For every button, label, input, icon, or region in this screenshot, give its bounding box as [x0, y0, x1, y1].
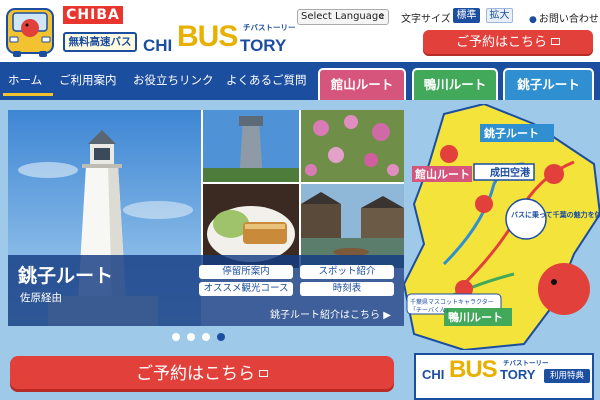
- banner-tory: TORY: [500, 367, 536, 382]
- banner-kana: チバストーリー: [503, 359, 549, 367]
- free-highway-bus-label: 無料高速バス: [63, 32, 137, 52]
- logo-kana: チバストーリー: [243, 23, 296, 32]
- contact-label: お問い合わせ: [538, 14, 599, 25]
- banner-bus: BUS: [449, 356, 498, 383]
- slide-title: 銚子ルート: [18, 265, 114, 287]
- reserve-button-main[interactable]: ご予約はこちら: [10, 356, 394, 392]
- reserve-label: ご予約はこちら: [455, 35, 547, 50]
- pagination-dot[interactable]: [172, 333, 180, 341]
- mascot-caption-line2: 「チーバくん」: [410, 307, 452, 314]
- slide-caption: 銚子ルート 佐原経由 停留所案内 スポット紹介 オススメ観光コース 時刻表 銚子…: [8, 255, 404, 326]
- tab-kamogawa-route[interactable]: 鴨川ルート: [412, 68, 498, 100]
- reserve-main-label: ご予約はこちら: [136, 364, 255, 384]
- spot-intro-button[interactable]: スポット紹介: [300, 265, 394, 279]
- map-label-tateyama: 館山ルート: [414, 167, 470, 181]
- font-size-label: 文字サイズ: [401, 14, 451, 25]
- choshi-route-more-link[interactable]: 銚子ルート紹介はこちら ▶: [270, 306, 391, 321]
- chibustory-benefits-banner[interactable]: CHI BUS チバストーリー TORY 利用特典: [414, 353, 594, 400]
- header: CHIBA 無料高速バス CHI BUS チバストーリー TORY Select…: [0, 0, 600, 62]
- external-window-icon: [259, 369, 268, 377]
- select-arrows-icon: ⇕: [378, 12, 385, 21]
- slide-subtitle: 佐原経由: [20, 292, 62, 304]
- pagination-dot[interactable]: [202, 333, 210, 341]
- recommended-course-button[interactable]: オススメ観光コース: [199, 282, 293, 296]
- logo-chi: CHI: [143, 36, 173, 55]
- map-label-narita: 成田空港: [490, 166, 531, 179]
- map-label-choshi: 銚子ルート: [484, 126, 539, 140]
- tab-tateyama-route[interactable]: 館山ルート: [318, 68, 406, 100]
- language-select-value: Select Language: [301, 11, 385, 22]
- bus-stop-guide-button[interactable]: 停留所案内: [199, 265, 293, 279]
- logo-bus: BUS: [177, 20, 238, 53]
- banner-chi: CHI: [422, 367, 445, 382]
- mascot-speech: バスに乗って千葉の魅力を体験してね。: [511, 210, 600, 219]
- nav-item-usage[interactable]: ご利用案内: [59, 62, 117, 100]
- bus-logo-icon[interactable]: [4, 3, 56, 59]
- timetable-button[interactable]: 時刻表: [300, 282, 394, 296]
- nav-item-links[interactable]: お役立ちリンク: [133, 62, 214, 100]
- slider-pagination: [172, 333, 236, 343]
- font-size-large-button[interactable]: 拡大: [486, 8, 513, 23]
- banner-benefit-badge: 利用特典: [544, 369, 590, 383]
- more-link-label: 銚子ルート紹介はこちら: [270, 310, 380, 321]
- language-select[interactable]: Select Language ⇕: [297, 9, 389, 25]
- chiba-logo-text: CHIBA: [63, 6, 123, 24]
- font-size-normal-button[interactable]: 標準: [453, 8, 480, 23]
- external-window-icon: [551, 38, 560, 45]
- contact-link[interactable]: ● お問い合わせ: [529, 10, 599, 25]
- logo-tory: TORY: [240, 36, 287, 55]
- play-arrow-icon: ▶: [383, 310, 391, 321]
- pagination-dot-active[interactable]: [217, 333, 225, 341]
- mascot-caption-line1: 千葉県マスコットキャラクター: [410, 298, 494, 306]
- pagination-dot[interactable]: [187, 333, 195, 341]
- nav-active-indicator: [3, 93, 53, 96]
- bullet-icon: ●: [529, 15, 537, 25]
- nav-item-faq[interactable]: よくあるご質問: [226, 62, 307, 100]
- map-label-kamogawa: 鴨川ルート: [448, 310, 503, 324]
- route-map[interactable]: 銚子ルート 成田空港 館山ルート 鴨川ルート バスに乗って千葉の魅力を体験してね…: [404, 104, 600, 350]
- tower-photo: [203, 110, 299, 182]
- tab-choshi-route[interactable]: 銚子ルート: [503, 68, 594, 100]
- chibustory-logo[interactable]: CHI BUS チバストーリー TORY: [143, 14, 296, 58]
- flowers-photo: [301, 110, 404, 182]
- reserve-button-header[interactable]: ご予約はこちら: [423, 30, 593, 56]
